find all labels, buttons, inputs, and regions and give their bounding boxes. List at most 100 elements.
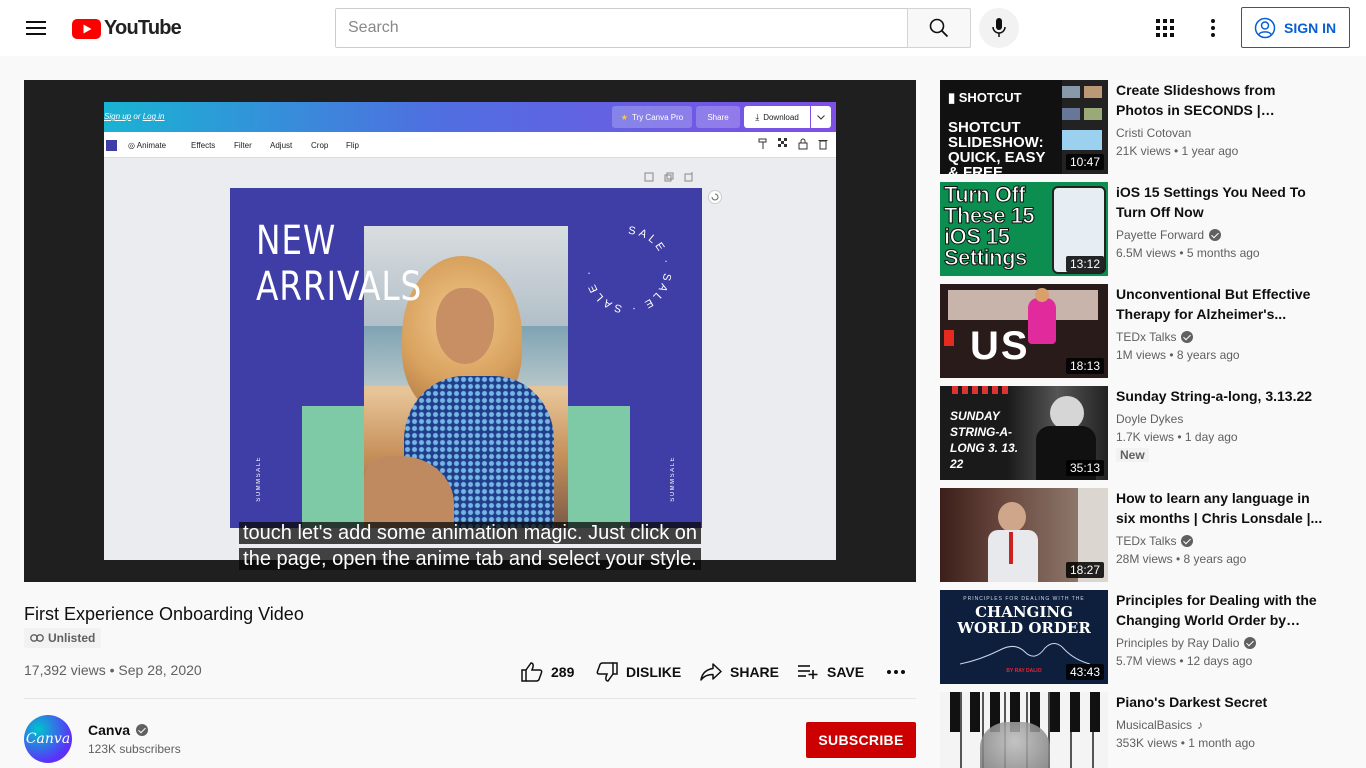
recommended-video[interactable]: 18:27 How to learn any language in six m… (940, 488, 1340, 582)
settings-more-button[interactable] (1193, 8, 1233, 48)
channel-avatar[interactable]: Canva (24, 715, 72, 763)
recommended-video[interactable]: SUNDAY STRING-A-LONG 3. 13. 22 35:13 Sun… (940, 386, 1340, 480)
editor-toolbar: ◎ Animate Effects Filter Adjust Crop Fli… (104, 132, 836, 158)
video-info: Piano's Darkest Secret MusicalBasics ♪ 35… (1116, 692, 1326, 752)
search-input[interactable] (336, 9, 908, 47)
channel-name[interactable]: Cristi Cotovan (1116, 124, 1326, 142)
subscriber-count: 123K subscribers (88, 742, 181, 756)
top-header: YouTube SIGN IN (0, 0, 1366, 56)
video-title-link[interactable]: Create Slideshows from Photos in SECONDS… (1116, 80, 1326, 120)
sign-in-button[interactable]: SIGN IN (1241, 7, 1350, 48)
guide-menu-button[interactable] (16, 8, 56, 48)
channel-name[interactable]: TEDx Talks (1116, 532, 1326, 550)
music-note-icon: ♪ (1197, 718, 1204, 732)
video-title-link[interactable]: Principles for Dealing with the Changing… (1116, 590, 1326, 630)
save-button[interactable]: SAVE (797, 658, 864, 686)
video-thumbnail[interactable]: US 18:13 (940, 284, 1108, 378)
video-info: Principles for Dealing with the Changing… (1116, 590, 1326, 670)
view-count-date: 17,392 views • Sep 28, 2020 (24, 662, 202, 678)
video-meta: 5.7M views • 12 days ago (1116, 654, 1253, 668)
video-thumbnail[interactable]: 18:27 (940, 488, 1108, 582)
thumbs-down-icon (596, 662, 618, 682)
tool-crop: Crop (311, 141, 329, 150)
search-button[interactable] (907, 8, 971, 48)
video-player[interactable]: Sign up or Log in ★ Try Canva Pro Share ⤓… (24, 80, 916, 582)
channel-name[interactable]: Doyle Dykes (1116, 410, 1326, 428)
share-arrow-icon (700, 663, 722, 681)
video-duration: 10:47 (1065, 154, 1104, 170)
link-icon (30, 634, 44, 642)
share-button[interactable]: SHARE (700, 658, 779, 686)
video-duration: 43:43 (1065, 664, 1104, 680)
duplicate-page-icon (664, 172, 674, 182)
video-thumbnail[interactable]: ▮ SHOTCUT SHOTCUT SLIDESHOW: QUICK, EASY… (940, 80, 1108, 174)
verified-badge-icon (1181, 331, 1194, 343)
try-canva-pro-button: ★ Try Canva Pro (612, 106, 692, 128)
recommended-video[interactable]: Piano's Darkest Secret MusicalBasics ♪ 35… (940, 692, 1340, 768)
recommended-video[interactable]: PRINCIPLES FOR DEALING WITH THE CHANGING… (940, 590, 1340, 684)
video-title-link[interactable]: Unconventional But Effective Therapy for… (1116, 284, 1326, 324)
channel-name[interactable]: MusicalBasics ♪ (1116, 716, 1326, 734)
video-meta: 28M views • 8 years ago (1116, 552, 1247, 566)
recommended-video[interactable]: Turn Off These 15 iOS 15 Settings 13:12 … (940, 182, 1340, 276)
chevron-down-icon (817, 114, 825, 120)
unlisted-badge: Unlisted (24, 628, 102, 648)
video-thumbnail[interactable]: PRINCIPLES FOR DEALING WITH THE CHANGING… (940, 590, 1108, 684)
more-actions-button[interactable] (884, 658, 908, 686)
verified-badge-icon (1209, 229, 1222, 241)
video-info: How to learn any language in six months … (1116, 488, 1326, 568)
video-title-link[interactable]: Piano's Darkest Secret (1116, 692, 1326, 712)
youtube-apps-button[interactable] (1145, 8, 1185, 48)
add-page-icon (684, 172, 693, 182)
recommended-video[interactable]: US 18:13 Unconventional But Effective Th… (940, 284, 1340, 378)
video-thumbnail[interactable]: SUNDAY STRING-A-LONG 3. 13. 22 35:13 (940, 386, 1108, 480)
editor-top-bar: Sign up or Log in ★ Try Canva Pro Share ⤓… (104, 102, 836, 132)
side-text-right: SUMMSALE (670, 456, 676, 502)
svg-text:SALE · SALE · SALE ·: SALE · SALE · SALE · (583, 225, 673, 315)
video-thumbnail[interactable]: Turn Off These 15 iOS 15 Settings 13:12 (940, 182, 1108, 276)
youtube-logo[interactable]: YouTube (72, 17, 182, 40)
channel-name[interactable]: TEDx Talks (1116, 328, 1326, 346)
video-meta: 21K views • 1 year ago (1116, 144, 1239, 158)
playlist-add-icon (798, 665, 818, 679)
channel-name[interactable]: Principles by Ray Dalio (1116, 634, 1326, 652)
video-duration: 13:12 (1065, 256, 1104, 272)
channel-name[interactable]: Payette Forward (1116, 226, 1326, 244)
dislike-label: DISLIKE (626, 664, 682, 680)
channel-name-link[interactable]: Canva (88, 722, 149, 738)
cycle-curve-graphic (960, 643, 1090, 665)
thumbnail-text: Turn Off These 15 iOS 15 Settings (944, 182, 1036, 270)
video-thumbnail[interactable] (940, 692, 1108, 768)
video-title-link[interactable]: How to learn any language in six months … (1116, 488, 1326, 528)
page-note-icon (644, 172, 654, 182)
video-title-link[interactable]: iOS 15 Settings You Need To Turn Off Now (1116, 182, 1326, 222)
color-swatch (106, 140, 117, 151)
hamburger-menu-icon (26, 21, 46, 35)
rotate-handle-icon (708, 190, 722, 204)
video-title-link[interactable]: Sunday String-a-long, 3.13.22 (1116, 386, 1326, 406)
side-text-left: SUMMSALE (256, 456, 262, 502)
video-duration: 18:27 (1065, 562, 1104, 578)
video-duration: 18:13 (1065, 358, 1104, 374)
thumbs-up-icon (521, 662, 543, 682)
editor-download-button: ⤓ Download (744, 106, 810, 128)
like-button[interactable]: 289 (521, 658, 574, 686)
video-meta: 1M views • 8 years ago (1116, 348, 1240, 362)
canva-editor-frame: Sign up or Log in ★ Try Canva Pro Share ⤓… (104, 102, 836, 560)
subscribe-button[interactable]: SUBSCRIBE (806, 722, 916, 758)
horizontal-dots-icon (887, 670, 905, 674)
tool-effects: Effects (191, 141, 216, 150)
verified-badge-icon (1181, 535, 1194, 547)
dislike-button[interactable]: DISLIKE (596, 658, 681, 686)
recommended-video[interactable]: ▮ SHOTCUT SHOTCUT SLIDESHOW: QUICK, EASY… (940, 80, 1340, 174)
tool-animate: ◎ Animate (128, 141, 167, 150)
video-info: Sunday String-a-long, 3.13.22 Doyle Dyke… (1116, 386, 1326, 464)
animate-icon: ◎ (128, 141, 137, 150)
youtube-play-logo-icon (72, 18, 101, 39)
paint-roller-icon (758, 138, 767, 149)
voice-search-button[interactable] (979, 8, 1019, 48)
tool-adjust: Adjust (270, 141, 293, 150)
apps-grid-icon (1156, 19, 1174, 37)
logo-wordmark: YouTube (104, 17, 182, 39)
download-arrow-icon: ⤓ (755, 111, 760, 122)
